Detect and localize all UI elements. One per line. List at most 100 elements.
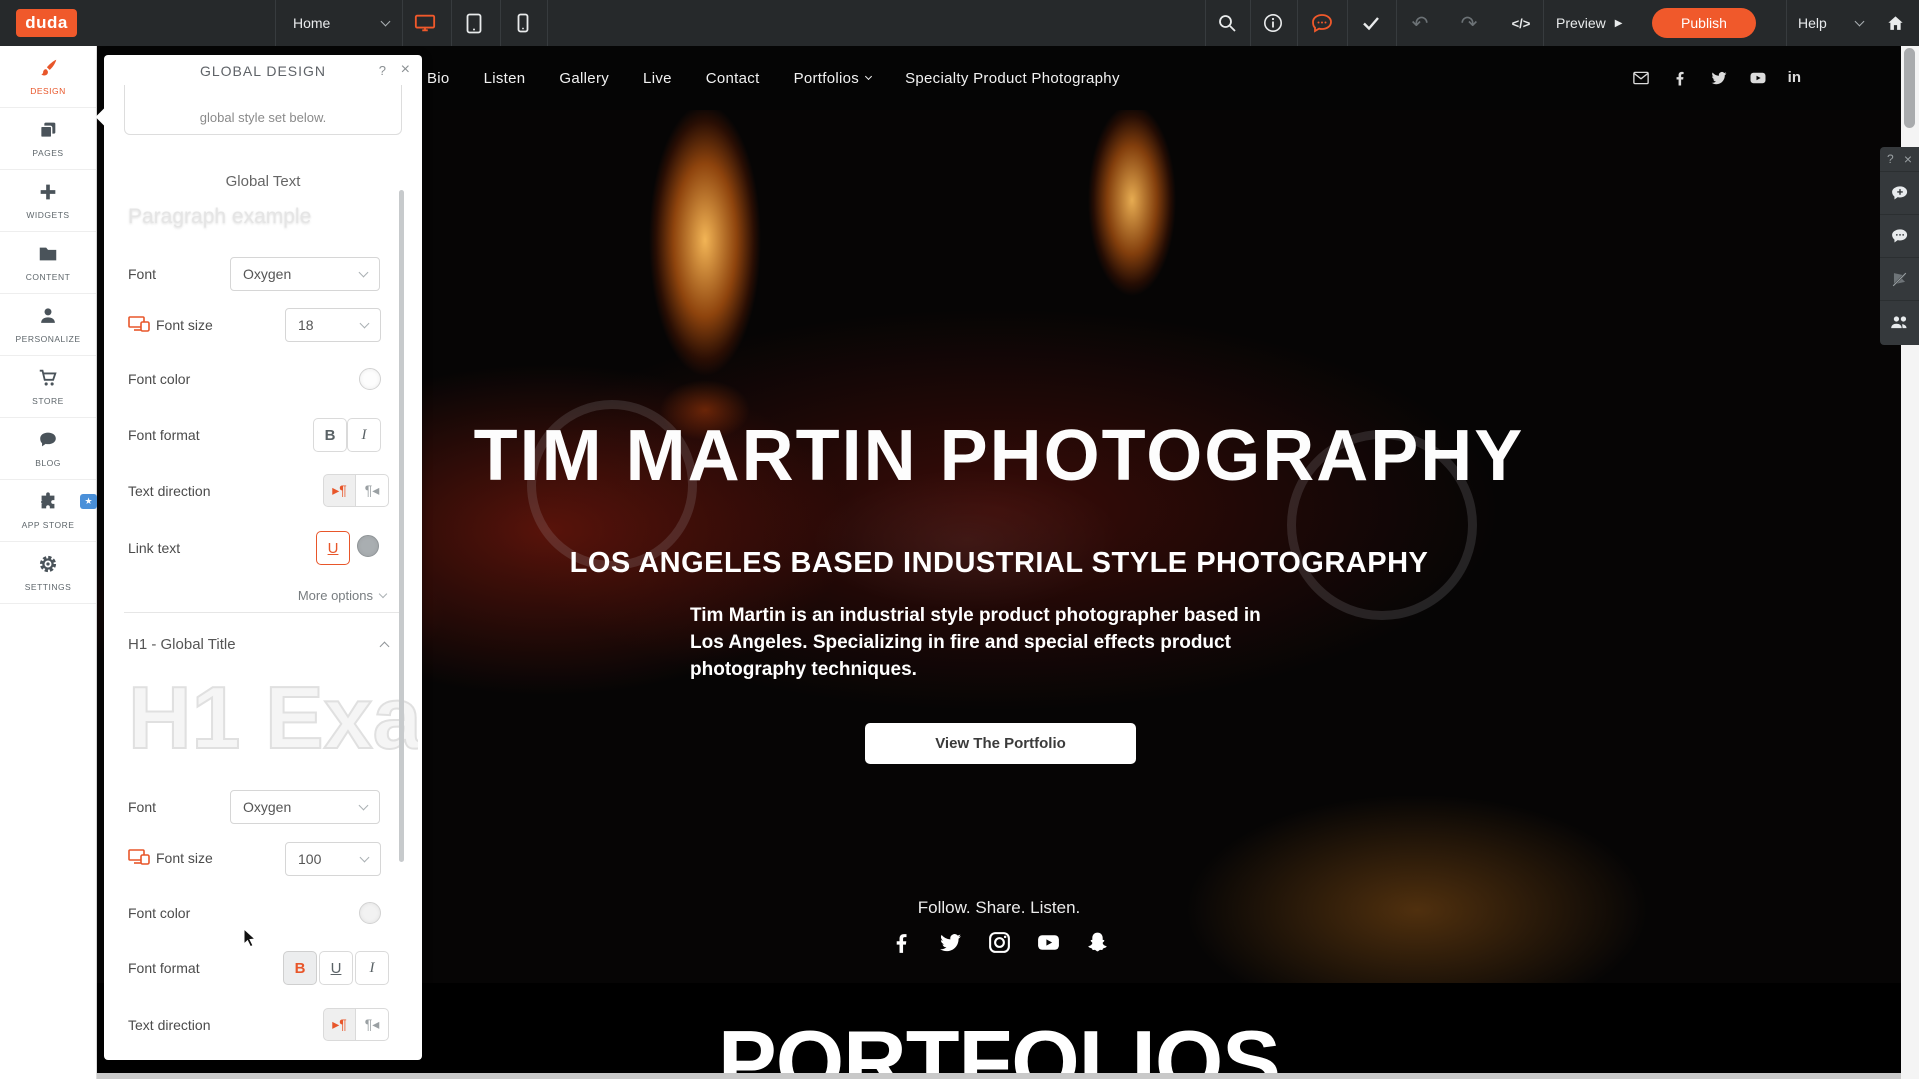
h1-font-select[interactable]: Oxygen <box>230 790 380 824</box>
email-icon[interactable] <box>1632 69 1650 87</box>
mobile-view-button[interactable] <box>512 12 534 34</box>
link-underline-button[interactable]: U <box>316 531 350 565</box>
add-comment-button[interactable] <box>1880 171 1919 214</box>
facebook-icon[interactable] <box>889 930 914 955</box>
rtl-direction-button[interactable]: ¶◂ <box>356 474 389 507</box>
close-icon[interactable]: × <box>401 61 410 79</box>
duda-logo[interactable]: duda <box>16 9 77 37</box>
comments-list-button[interactable] <box>1880 214 1919 257</box>
font-size-label: Font size <box>156 317 213 333</box>
sidebar-item-app-store[interactable]: APP STORE ★ <box>0 480 96 542</box>
nav-link-portfolios[interactable]: Portfolios <box>794 70 872 87</box>
sidebar-item-label: CONTENT <box>26 272 71 282</box>
h1-bold-button[interactable]: B <box>283 951 317 985</box>
nav-link-bio[interactable]: Bio <box>427 70 450 87</box>
sidebar-item-pages[interactable]: PAGES <box>0 108 96 170</box>
dashboard-home-icon[interactable] <box>1884 12 1906 34</box>
sidebar-item-widgets[interactable]: WIDGETS <box>0 170 96 232</box>
help-menu[interactable]: Help <box>1798 0 1872 46</box>
info-note: global style set below. <box>124 85 402 135</box>
h1-ltr-direction-button[interactable]: ▸¶ <box>323 1008 356 1041</box>
instagram-icon[interactable] <box>987 930 1012 955</box>
font-select-value: Oxygen <box>243 266 291 282</box>
nav-link-portfolios-label: Portfolios <box>794 70 860 87</box>
font-size-select[interactable]: 18 <box>285 308 381 342</box>
sidebar-item-label: WIDGETS <box>26 210 69 220</box>
feedback-chat-icon[interactable] <box>1311 12 1333 34</box>
float-help-button[interactable]: ? <box>1887 152 1894 166</box>
cart-icon <box>37 367 59 389</box>
font-color-swatch[interactable] <box>359 368 381 390</box>
panel-scrollbar-thumb[interactable] <box>399 190 404 862</box>
sidebar-item-design[interactable]: DESIGN <box>0 46 96 108</box>
text-direction-label: Text direction <box>128 483 210 499</box>
float-close-icon[interactable]: × <box>1904 151 1912 167</box>
h1-font-size-value: 100 <box>298 851 321 867</box>
divider <box>1297 0 1298 46</box>
collapse-chevron-icon[interactable] <box>380 642 390 652</box>
sidebar-item-blog[interactable]: BLOG <box>0 418 96 480</box>
linkedin-icon[interactable]: in <box>1788 69 1801 87</box>
help-label: Help <box>1798 15 1827 31</box>
search-icon[interactable] <box>1216 12 1238 34</box>
brush-icon <box>37 57 59 79</box>
link-text-label: Link text <box>128 540 180 556</box>
bold-button[interactable]: B <box>313 418 347 452</box>
done-check-icon[interactable] <box>1360 12 1382 34</box>
font-color-label: Font color <box>128 371 190 387</box>
tablet-view-button[interactable] <box>463 12 485 34</box>
rtl-pilcrow-icon: ¶◂ <box>365 482 380 499</box>
ltr-direction-button[interactable]: ▸¶ <box>323 474 356 507</box>
redo-icon[interactable]: ↷ <box>1458 12 1480 34</box>
next-section-edge <box>97 1073 1901 1079</box>
divider <box>451 0 452 46</box>
twitter-icon[interactable] <box>938 930 963 955</box>
nav-link-contact[interactable]: Contact <box>706 70 760 87</box>
nav-link-listen[interactable]: Listen <box>484 70 526 87</box>
youtube-icon[interactable] <box>1749 69 1767 87</box>
builder-sidebar: DESIGN PAGES WIDGETS CONTENT PERSONALIZE… <box>0 46 97 1079</box>
sidebar-item-store[interactable]: STORE <box>0 356 96 418</box>
undo-icon[interactable]: ↶ <box>1409 12 1431 34</box>
h1-font-color-swatch[interactable] <box>359 902 381 924</box>
text-direction-label: Text direction <box>128 1017 210 1033</box>
italic-button[interactable]: I <box>347 418 381 452</box>
code-icon[interactable]: </> <box>1506 12 1536 34</box>
sidebar-item-content[interactable]: CONTENT <box>0 232 96 294</box>
h1-italic-button[interactable]: I <box>355 951 389 985</box>
more-options-button[interactable]: More options <box>298 588 386 603</box>
publish-button[interactable]: Publish <box>1652 8 1756 38</box>
nav-link-gallery[interactable]: Gallery <box>559 70 609 87</box>
puzzle-icon <box>37 491 59 513</box>
nav-link-live[interactable]: Live <box>643 70 672 87</box>
facebook-icon[interactable] <box>1671 69 1689 87</box>
youtube-icon[interactable] <box>1036 930 1061 955</box>
collaborators-button[interactable] <box>1880 300 1919 343</box>
link-color-swatch[interactable] <box>357 535 379 557</box>
play-icon: ▶ <box>1615 18 1623 29</box>
hero-paragraph[interactable]: Tim Martin is an industrial style produc… <box>690 602 1270 683</box>
snapchat-icon[interactable] <box>1085 930 1110 955</box>
page-selector-label: Home <box>293 15 330 31</box>
sidebar-item-personalize[interactable]: PERSONALIZE <box>0 294 96 356</box>
nav-link-specialty[interactable]: Specialty Product Photography <box>905 70 1120 87</box>
view-portfolio-button[interactable]: View The Portfolio <box>865 723 1136 764</box>
divider <box>1347 0 1348 46</box>
preview-button[interactable]: Preview ▶ <box>1556 0 1623 46</box>
h1-rtl-direction-button[interactable]: ¶◂ <box>356 1008 389 1041</box>
hide-comments-button[interactable] <box>1880 257 1919 300</box>
h1-underline-button[interactable]: U <box>319 951 353 985</box>
twitter-icon[interactable] <box>1710 69 1728 87</box>
font-select[interactable]: Oxygen <box>230 257 380 291</box>
mouse-cursor <box>242 928 258 948</box>
underline-glyph: U <box>328 540 339 557</box>
page-scrollbar-thumb[interactable] <box>1904 48 1915 128</box>
desktop-view-button[interactable] <box>414 12 436 34</box>
page-selector[interactable]: Home <box>284 0 402 46</box>
panel-help-button[interactable]: ? <box>379 63 386 78</box>
chevron-down-icon <box>865 73 872 80</box>
sidebar-item-settings[interactable]: SETTINGS <box>0 542 96 604</box>
h1-font-size-select[interactable]: 100 <box>285 842 381 876</box>
chevron-down-icon <box>381 17 391 27</box>
info-icon[interactable] <box>1262 12 1284 34</box>
